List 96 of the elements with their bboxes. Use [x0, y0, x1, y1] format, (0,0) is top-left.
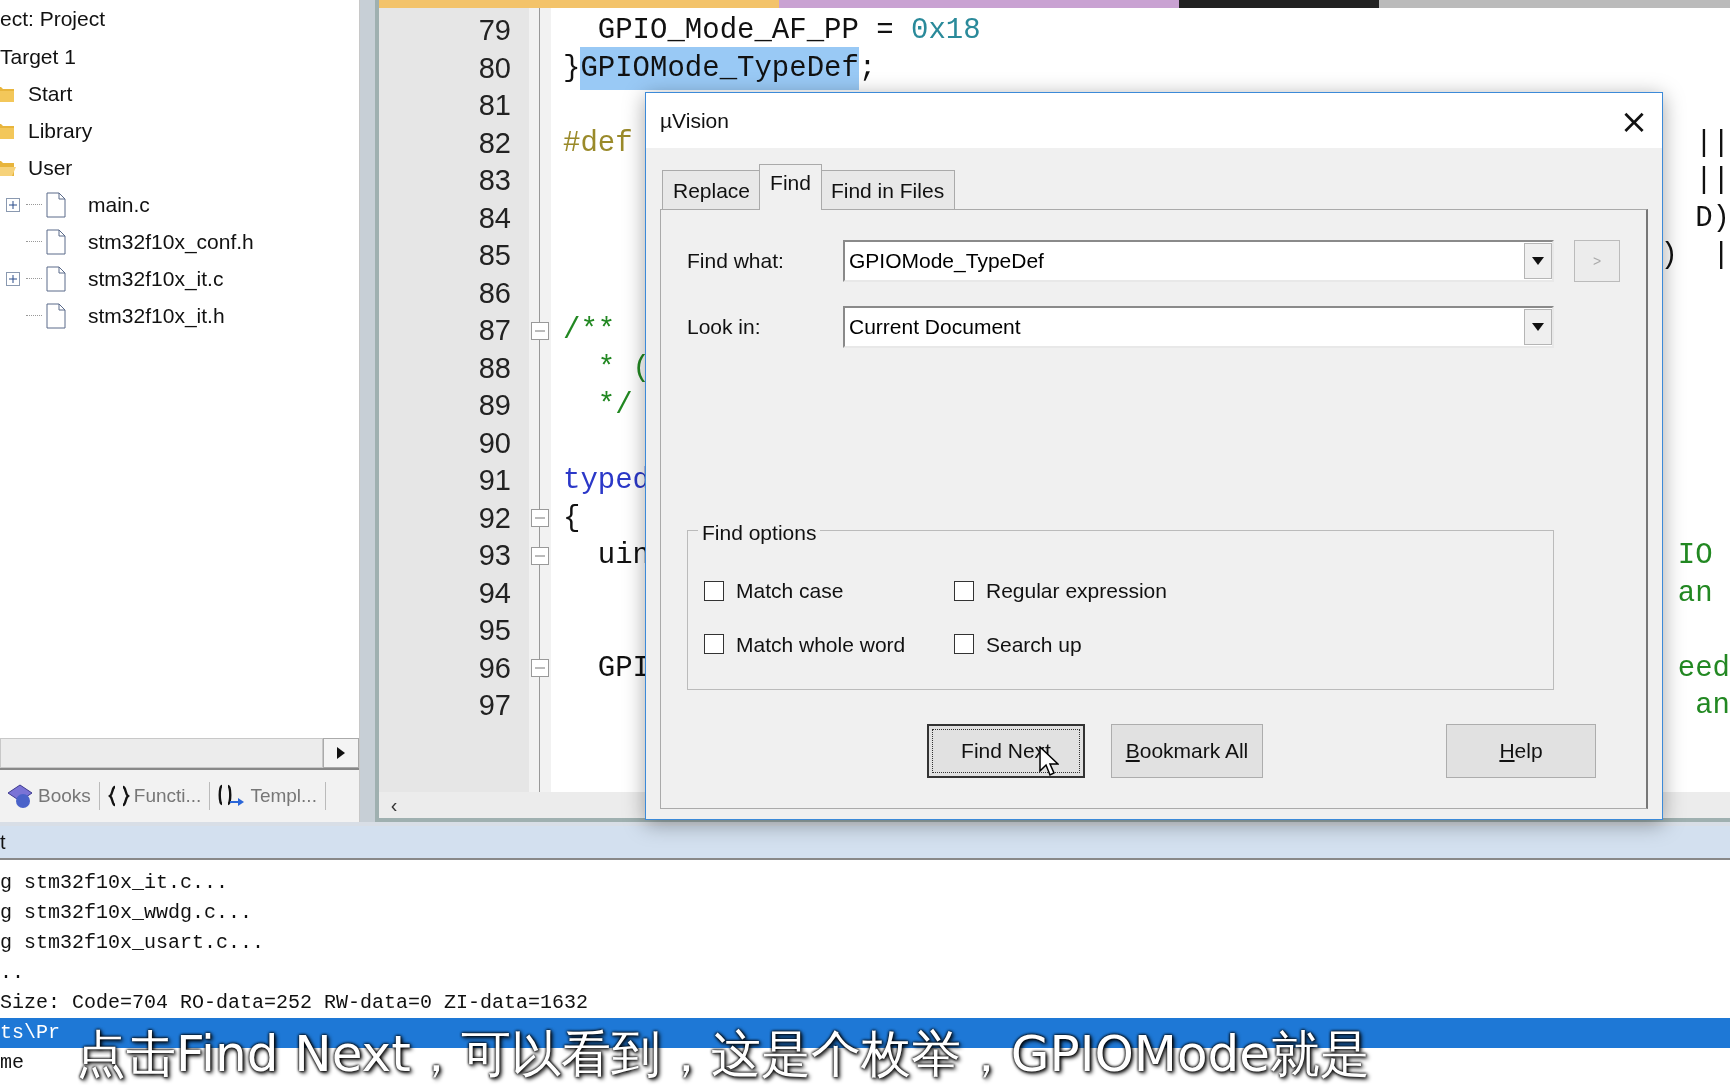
checkbox[interactable]: [954, 634, 974, 655]
fold-icon[interactable]: [531, 659, 549, 678]
scroll-right-button[interactable]: [323, 738, 359, 768]
code-text: * (: [596, 350, 650, 387]
output-line: g stm32f10x_usart.c...: [0, 930, 265, 956]
caret-icon: [1532, 257, 1544, 265]
braces-icon: [107, 785, 130, 807]
code-text: D): [1695, 200, 1730, 237]
scroll-left-button[interactable]: ‹: [379, 790, 409, 820]
tree-item[interactable]: stm32f10x_it.c: [88, 262, 224, 295]
dialog-tab[interactable]: Find: [759, 164, 822, 210]
output-line: ..: [0, 960, 24, 986]
line-number: 84: [478, 200, 511, 236]
checkbox-label[interactable]: Match case: [736, 575, 844, 607]
line-number: 81: [478, 88, 511, 123]
tree-item[interactable]: main.c: [88, 188, 150, 221]
panel-tab[interactable]: Templ...: [250, 781, 317, 811]
line-number: 94: [478, 575, 511, 611]
expand-icon[interactable]: [6, 197, 20, 212]
combo-box[interactable]: Current Document: [843, 306, 1554, 348]
output-header: t: [0, 830, 6, 855]
tree-item[interactable]: Target 1: [0, 40, 76, 73]
dropdown-button[interactable]: [1524, 243, 1552, 279]
code-text: /**: [563, 313, 616, 349]
code-text: an: [1695, 688, 1730, 724]
file-icon: [46, 228, 66, 255]
line-number: 92: [478, 500, 511, 536]
project-title: ect: Project: [0, 6, 106, 33]
line-number: 96: [478, 650, 511, 686]
book-icon: [6, 783, 34, 809]
tree-item[interactable]: stm32f10x_conf.h: [88, 225, 254, 258]
line-number: 88: [478, 350, 511, 386]
fold-icon[interactable]: [531, 321, 549, 340]
dialog-tab[interactable]: Replace: [662, 170, 762, 210]
checkbox[interactable]: [954, 580, 974, 601]
line-number: 86: [478, 275, 511, 311]
tree-item[interactable]: User: [28, 151, 73, 184]
code-text: }: [563, 50, 581, 87]
combo-box[interactable]: GPIOMode_TypeDef: [843, 240, 1554, 282]
dialog-tab[interactable]: Find in Files: [819, 170, 956, 210]
code-text: GPIO_Mode_AF_PP = 0x18: [596, 13, 981, 49]
line-number: 80: [478, 50, 511, 86]
caret-icon: [1532, 323, 1544, 331]
line-number: 85: [478, 238, 511, 273]
code-text: {: [563, 500, 581, 537]
fold-icon[interactable]: [531, 509, 549, 528]
output-line: ts\Pr: [0, 1020, 60, 1046]
file-icon: [46, 265, 66, 292]
line-number: 97: [478, 688, 511, 723]
code-text: GPI: [596, 650, 650, 687]
tree-item[interactable]: Library: [28, 114, 93, 147]
expand-icon[interactable]: [6, 271, 20, 286]
field-label: Find what:: [687, 248, 785, 275]
line-number: 95: [478, 613, 511, 648]
line-number: 87: [478, 313, 511, 348]
code-text: IO: [1677, 538, 1714, 574]
panel-tab[interactable]: Books: [38, 781, 91, 811]
search-highlight: GPIOMode_TypeDef: [580, 46, 859, 90]
fold-icon[interactable]: [531, 546, 549, 565]
line-number: 83: [478, 163, 511, 198]
checkbox-label[interactable]: Regular expression: [986, 575, 1167, 607]
checkbox[interactable]: [704, 580, 724, 601]
code-text: an: [1677, 575, 1714, 612]
field-label: Look in:: [687, 314, 762, 341]
line-number: 89: [478, 388, 511, 423]
code-text: ) |: [1660, 238, 1730, 274]
code-text: ||: [1695, 125, 1730, 162]
checkbox[interactable]: [704, 634, 724, 655]
horizontal-scrollbar[interactable]: [0, 738, 323, 768]
code-text: */: [596, 388, 633, 424]
close-button[interactable]: ×: [1606, 98, 1662, 143]
tree-item[interactable]: Start: [28, 77, 73, 110]
dropdown-button[interactable]: [1524, 309, 1552, 345]
dialog-button[interactable]: Bookmark All: [1111, 724, 1263, 778]
line-number: 90: [478, 425, 511, 461]
code-text: #def: [563, 125, 633, 162]
output-line: Size: Code=704 RO-data=252 RW-data=0 ZI-data=1632: [0, 990, 589, 1016]
checkbox-label[interactable]: Match whole word: [736, 628, 906, 660]
right-arrow-icon: [337, 747, 345, 759]
output-line: me: [0, 1050, 24, 1076]
line-number: 79: [478, 13, 511, 48]
file-icon: [46, 191, 66, 218]
output-line: g stm32f10x_it.c...: [0, 870, 229, 896]
code-text: ||: [1695, 163, 1730, 199]
code-text: ;: [858, 50, 877, 87]
tree-item[interactable]: stm32f10x_it.h: [88, 299, 225, 332]
panel-tab[interactable]: Functi...: [133, 781, 202, 811]
file-icon: [46, 302, 66, 329]
line-number: 91: [478, 463, 511, 498]
dialog-title: µVision: [660, 107, 729, 134]
code-text: eed: [1677, 650, 1730, 687]
line-number: 93: [478, 538, 511, 573]
output-line: g stm32f10x_wwdg.c...: [0, 900, 253, 926]
line-number: 82: [478, 125, 511, 161]
dialog-button[interactable]: Help: [1446, 724, 1596, 778]
checkbox-label[interactable]: Search up: [986, 628, 1082, 660]
